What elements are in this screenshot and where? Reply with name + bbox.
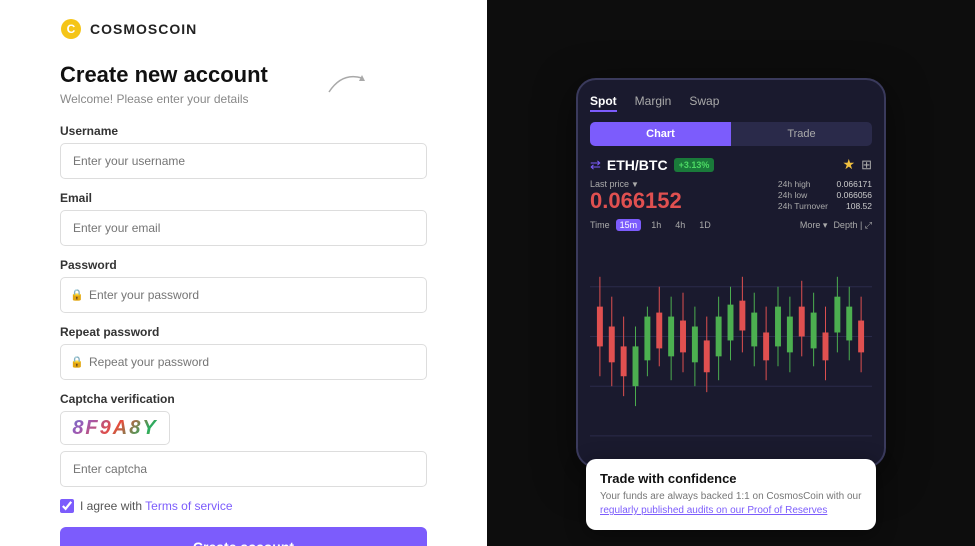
turnover-label: 24h Turnover — [778, 201, 828, 211]
create-account-button[interactable]: Create account — [60, 527, 427, 546]
lock-icon: 🔒 — [70, 289, 84, 302]
pair-name: ⇄ ETH/BTC +3.13% — [590, 157, 714, 173]
password-input[interactable] — [60, 277, 427, 313]
tab-spot[interactable]: Spot — [590, 94, 617, 112]
email-field-group: Email — [60, 191, 427, 246]
logo-text: COSMOSCOIN — [90, 21, 197, 37]
username-field-group: Username — [60, 124, 427, 179]
turnover-val: 108.52 — [846, 201, 872, 211]
chart-toggle-btn[interactable]: Chart — [590, 122, 731, 146]
form-title: Create new account — [60, 62, 427, 88]
confidence-link[interactable]: regularly published audits on our Proof … — [600, 505, 827, 516]
trade-toggle-btn[interactable]: Trade — [731, 122, 872, 146]
password-field-group: Password 🔒 — [60, 258, 427, 313]
pair-label: ETH/BTC — [607, 157, 668, 173]
price-stats: Last price ▼ 0.066152 24h high 0.066171 … — [590, 179, 872, 213]
stat-row-low: 24h low 0.066056 — [778, 190, 872, 200]
time-1h[interactable]: 1h — [647, 219, 665, 231]
high-label: 24h high — [778, 179, 811, 189]
terms-text: I agree with Terms of service — [80, 499, 233, 513]
repeat-password-label: Repeat password — [60, 325, 427, 339]
terms-row: I agree with Terms of service — [60, 499, 427, 513]
right-panel: Spot Margin Swap Chart Trade ⇄ ETH/BTC +… — [487, 0, 975, 546]
pair-arrows-icon: ⇄ — [590, 157, 601, 173]
confidence-text: Your funds are always backed 1:1 on Cosm… — [600, 490, 862, 518]
email-input[interactable] — [60, 210, 427, 246]
time-4h[interactable]: 4h — [671, 219, 689, 231]
form-subtitle: Welcome! Please enter your details — [60, 92, 427, 106]
big-price: 0.066152 — [590, 189, 682, 213]
arrow-hint — [327, 70, 367, 95]
svg-text:C: C — [67, 22, 76, 36]
stat-row-high: 24h high 0.066171 — [778, 179, 872, 189]
captcha-section: Captcha verification 8F9A8Y — [60, 392, 427, 487]
time-1d[interactable]: 1D — [695, 219, 715, 231]
phone-mockup: Spot Margin Swap Chart Trade ⇄ ETH/BTC +… — [576, 78, 886, 468]
logo-area: C COSMOSCOIN — [60, 18, 427, 40]
email-label: Email — [60, 191, 427, 205]
confidence-popup: Trade with confidence Your funds are alw… — [586, 459, 876, 530]
phone-inner: Spot Margin Swap Chart Trade ⇄ ETH/BTC +… — [578, 80, 884, 466]
pair-actions: ★ ⊞ — [843, 156, 872, 173]
stat-row-turnover: 24h Turnover 108.52 — [778, 201, 872, 211]
captcha-image: 8F9A8Y — [60, 411, 170, 445]
more-btn[interactable]: More ▾ — [800, 220, 828, 231]
username-label: Username — [60, 124, 427, 138]
chart-area — [590, 237, 872, 456]
captcha-input[interactable] — [60, 451, 427, 487]
repeat-password-input-wrapper: 🔒 — [60, 344, 427, 380]
captcha-label: Captcha verification — [60, 392, 427, 406]
time-15m[interactable]: 15m — [616, 219, 642, 231]
password-input-wrapper: 🔒 — [60, 277, 427, 313]
low-val: 0.066056 — [837, 190, 872, 200]
time-label: Time — [590, 220, 610, 230]
confidence-title: Trade with confidence — [600, 471, 862, 486]
lock-icon-2: 🔒 — [70, 356, 84, 369]
pair-change-badge: +3.13% — [674, 158, 715, 172]
logo-icon: C — [60, 18, 82, 40]
low-label: 24h low — [778, 190, 807, 200]
repeat-password-input[interactable] — [60, 344, 427, 380]
depth-btn[interactable]: Depth | ⤢ — [833, 220, 872, 231]
time-bar: Time 15m 1h 4h 1D More ▾ Depth | ⤢ — [590, 219, 872, 231]
price-right: 24h high 0.066171 24h low 0.066056 24h T… — [778, 179, 872, 212]
terms-checkbox[interactable] — [60, 499, 74, 513]
tab-swap[interactable]: Swap — [689, 94, 719, 112]
password-label: Password — [60, 258, 427, 272]
high-val: 0.066171 — [837, 179, 872, 189]
star-icon[interactable]: ★ — [843, 156, 856, 173]
candlestick-chart — [590, 237, 872, 456]
pair-row: ⇄ ETH/BTC +3.13% ★ ⊞ — [590, 156, 872, 173]
phone-tabs: Spot Margin Swap — [590, 94, 872, 112]
repeat-password-field-group: Repeat password 🔒 — [60, 325, 427, 380]
tab-margin[interactable]: Margin — [635, 94, 672, 112]
chart-trade-toggle: Chart Trade — [590, 122, 872, 146]
price-left: Last price ▼ 0.066152 — [590, 179, 682, 213]
terms-link[interactable]: Terms of service — [145, 499, 232, 513]
username-input[interactable] — [60, 143, 427, 179]
left-panel: C COSMOSCOIN Create new account Welcome!… — [0, 0, 487, 546]
grid-icon[interactable]: ⊞ — [861, 157, 872, 173]
